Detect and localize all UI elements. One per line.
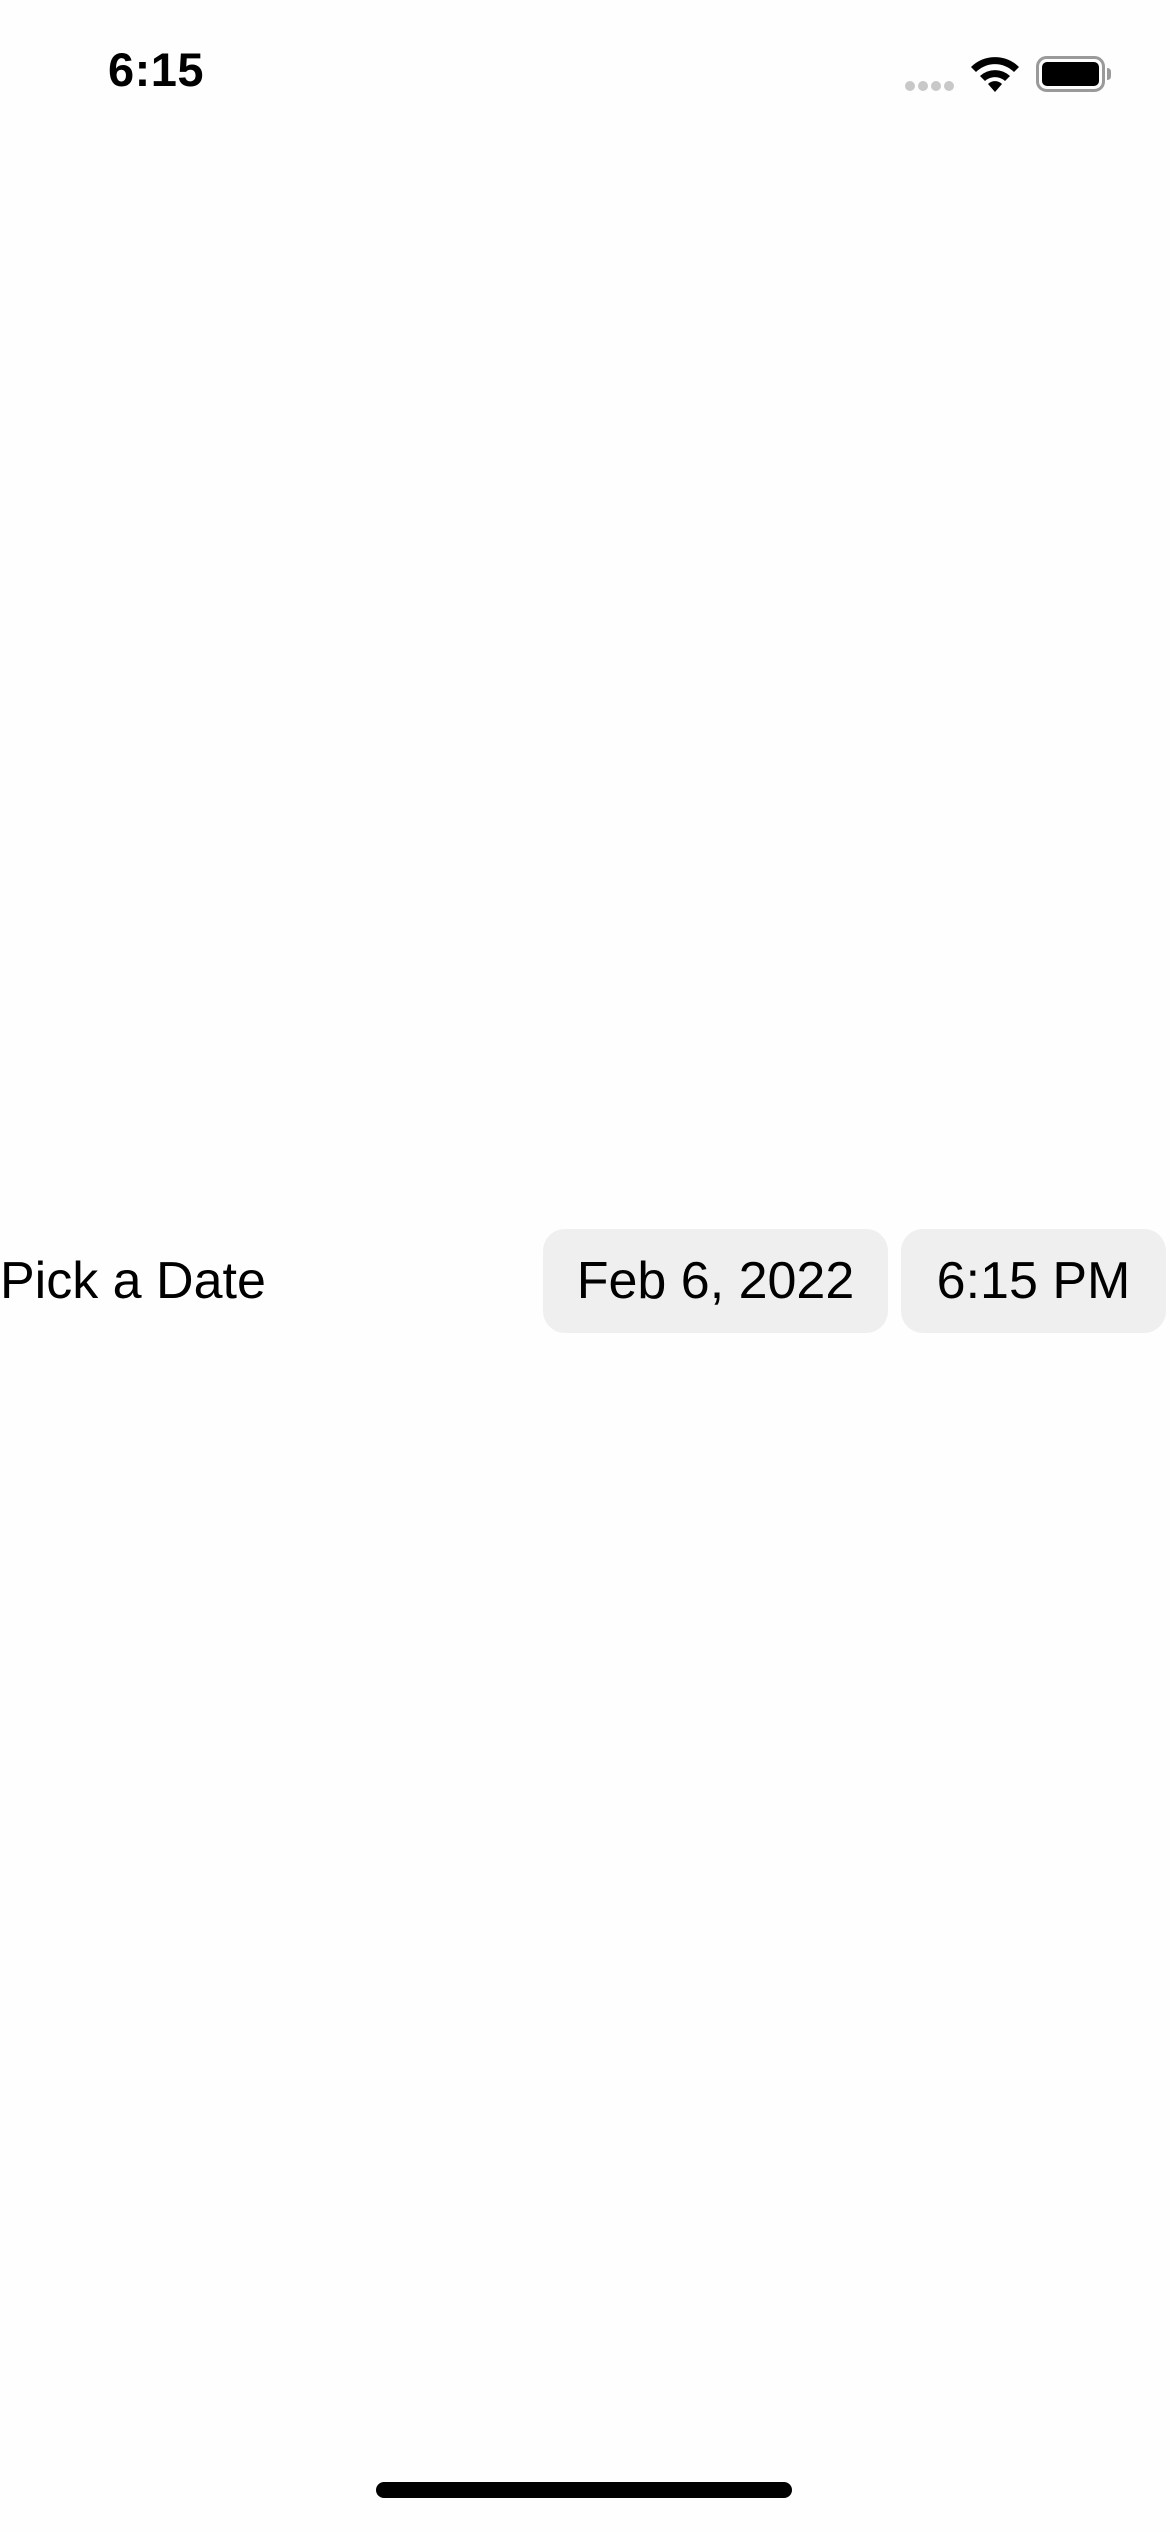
status-bar: 6:15 xyxy=(0,0,1170,150)
screen: 6:15 Pick a Date Feb 6, 2022 6:15 PM xyxy=(0,0,1170,2532)
date-picker-row: Pick a Date Feb 6, 2022 6:15 PM xyxy=(0,1229,1170,1333)
signal-icon xyxy=(905,81,954,91)
wifi-icon xyxy=(971,57,1019,92)
battery-icon xyxy=(1036,56,1111,92)
time-button[interactable]: 6:15 PM xyxy=(901,1229,1166,1333)
date-picker-label: Pick a Date xyxy=(0,1252,266,1310)
status-time: 6:15 xyxy=(108,43,205,96)
home-indicator[interactable] xyxy=(376,2482,792,2498)
date-button[interactable]: Feb 6, 2022 xyxy=(543,1229,888,1333)
